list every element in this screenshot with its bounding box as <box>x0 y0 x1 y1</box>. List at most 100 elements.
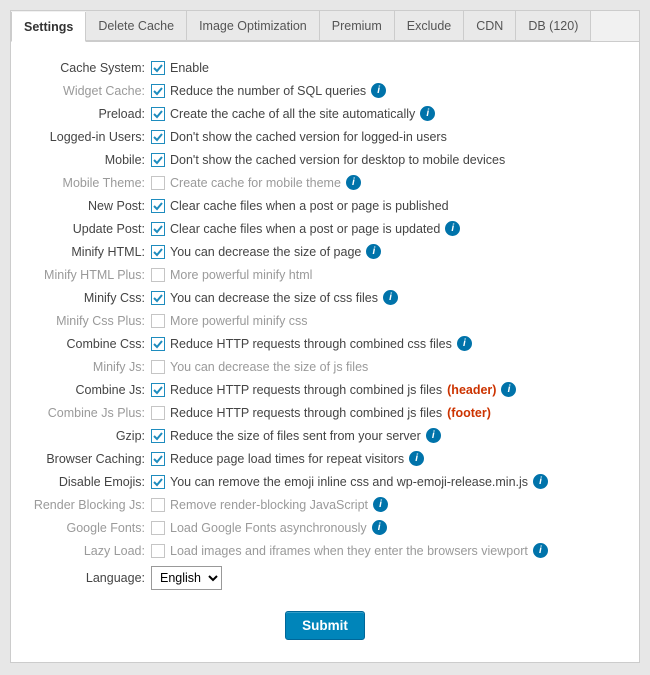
label-cache-system: Cache System: <box>31 59 151 77</box>
info-icon[interactable]: i <box>373 497 388 512</box>
label-minify-html: Minify HTML: <box>31 243 151 261</box>
info-icon[interactable]: i <box>457 336 472 351</box>
row-cache-system: Cache System: Enable <box>31 56 619 79</box>
info-icon[interactable]: i <box>409 451 424 466</box>
label-minify-js: Minify Js: <box>31 358 151 376</box>
tab-image-optimization[interactable]: Image Optimization <box>187 11 320 41</box>
info-icon[interactable]: i <box>366 244 381 259</box>
checkbox-widget-cache[interactable] <box>151 84 165 98</box>
label-combine-js-plus: Combine Js Plus: <box>31 404 151 422</box>
info-icon[interactable]: i <box>501 382 516 397</box>
label-update-post: Update Post: <box>31 220 151 238</box>
text-minify-css-plus: More powerful minify css <box>170 312 308 330</box>
checkbox-combine-js[interactable] <box>151 383 165 397</box>
label-lazy-load: Lazy Load: <box>31 542 151 560</box>
checkbox-google-fonts[interactable] <box>151 521 165 535</box>
checkbox-minify-js[interactable] <box>151 360 165 374</box>
label-browser-caching: Browser Caching: <box>31 450 151 468</box>
checkbox-gzip[interactable] <box>151 429 165 443</box>
label-mobile-theme: Mobile Theme: <box>31 174 151 192</box>
text-preload: Create the cache of all the site automat… <box>170 105 415 123</box>
suffix-combine-js: (header) <box>447 381 496 399</box>
checkbox-minify-css-plus[interactable] <box>151 314 165 328</box>
row-combine-css: Combine Css: Reduce HTTP requests throug… <box>31 332 619 355</box>
checkbox-browser-caching[interactable] <box>151 452 165 466</box>
info-icon[interactable]: i <box>533 543 548 558</box>
text-minify-css: You can decrease the size of css files <box>170 289 378 307</box>
info-icon[interactable]: i <box>426 428 441 443</box>
label-combine-js: Combine Js: <box>31 381 151 399</box>
row-minify-js: Minify Js: You can decrease the size of … <box>31 355 619 378</box>
row-disable-emojis: Disable Emojis: You can remove the emoji… <box>31 470 619 493</box>
text-render-blocking-js: Remove render-blocking JavaScript <box>170 496 368 514</box>
row-logged-in-users: Logged-in Users: Don't show the cached v… <box>31 125 619 148</box>
text-combine-css: Reduce HTTP requests through combined cs… <box>170 335 452 353</box>
checkbox-preload[interactable] <box>151 107 165 121</box>
text-mobile: Don't show the cached version for deskto… <box>170 151 505 169</box>
info-icon[interactable]: i <box>420 106 435 121</box>
row-minify-html-plus: Minify HTML Plus: More powerful minify h… <box>31 263 619 286</box>
row-mobile: Mobile: Don't show the cached version fo… <box>31 148 619 171</box>
row-lazy-load: Lazy Load: Load images and iframes when … <box>31 539 619 562</box>
language-select[interactable]: English <box>151 566 222 590</box>
checkbox-minify-css[interactable] <box>151 291 165 305</box>
text-browser-caching: Reduce page load times for repeat visito… <box>170 450 404 468</box>
text-lazy-load: Load images and iframes when they enter … <box>170 542 528 560</box>
tab-premium[interactable]: Premium <box>320 11 395 41</box>
row-browser-caching: Browser Caching: Reduce page load times … <box>31 447 619 470</box>
label-preload: Preload: <box>31 105 151 123</box>
text-google-fonts: Load Google Fonts asynchronously <box>170 519 367 537</box>
row-gzip: Gzip: Reduce the size of files sent from… <box>31 424 619 447</box>
info-icon[interactable]: i <box>371 83 386 98</box>
row-minify-css-plus: Minify Css Plus: More powerful minify cs… <box>31 309 619 332</box>
text-disable-emojis: You can remove the emoji inline css and … <box>170 473 528 491</box>
text-combine-js-plus: Reduce HTTP requests through combined js… <box>170 404 442 422</box>
label-minify-css-plus: Minify Css Plus: <box>31 312 151 330</box>
checkbox-render-blocking-js[interactable] <box>151 498 165 512</box>
checkbox-update-post[interactable] <box>151 222 165 236</box>
checkbox-logged-in-users[interactable] <box>151 130 165 144</box>
tab-db[interactable]: DB (120) <box>516 11 591 41</box>
label-mobile: Mobile: <box>31 151 151 169</box>
text-update-post: Clear cache files when a post or page is… <box>170 220 440 238</box>
checkbox-new-post[interactable] <box>151 199 165 213</box>
checkbox-lazy-load[interactable] <box>151 544 165 558</box>
checkbox-minify-html-plus[interactable] <box>151 268 165 282</box>
checkbox-minify-html[interactable] <box>151 245 165 259</box>
row-combine-js-plus: Combine Js Plus: Reduce HTTP requests th… <box>31 401 619 424</box>
label-minify-html-plus: Minify HTML Plus: <box>31 266 151 284</box>
tab-delete-cache[interactable]: Delete Cache <box>86 11 187 41</box>
checkbox-combine-js-plus[interactable] <box>151 406 165 420</box>
info-icon[interactable]: i <box>533 474 548 489</box>
label-google-fonts: Google Fonts: <box>31 519 151 537</box>
row-preload: Preload: Create the cache of all the sit… <box>31 102 619 125</box>
checkbox-mobile-theme[interactable] <box>151 176 165 190</box>
row-new-post: New Post: Clear cache files when a post … <box>31 194 619 217</box>
info-icon[interactable]: i <box>383 290 398 305</box>
tab-settings[interactable]: Settings <box>11 12 86 42</box>
checkbox-cache-system[interactable] <box>151 61 165 75</box>
label-gzip: Gzip: <box>31 427 151 445</box>
text-gzip: Reduce the size of files sent from your … <box>170 427 421 445</box>
tab-cdn[interactable]: CDN <box>464 11 516 41</box>
checkbox-disable-emojis[interactable] <box>151 475 165 489</box>
submit-button[interactable]: Submit <box>285 611 365 640</box>
tab-bar: Settings Delete Cache Image Optimization… <box>11 11 639 42</box>
text-widget-cache: Reduce the number of SQL queries <box>170 82 366 100</box>
label-render-blocking-js: Render Blocking Js: <box>31 496 151 514</box>
tab-exclude[interactable]: Exclude <box>395 11 464 41</box>
label-combine-css: Combine Css: <box>31 335 151 353</box>
info-icon[interactable]: i <box>445 221 460 236</box>
text-logged-in-users: Don't show the cached version for logged… <box>170 128 447 146</box>
info-icon[interactable]: i <box>372 520 387 535</box>
row-language: Language: English <box>31 562 619 593</box>
checkbox-mobile[interactable] <box>151 153 165 167</box>
label-language: Language: <box>31 569 151 587</box>
info-icon[interactable]: i <box>346 175 361 190</box>
settings-form: Cache System: Enable Widget Cache: Reduc… <box>11 42 639 662</box>
suffix-combine-js-plus: (footer) <box>447 404 491 422</box>
checkbox-combine-css[interactable] <box>151 337 165 351</box>
text-cache-system: Enable <box>170 59 209 77</box>
row-widget-cache: Widget Cache: Reduce the number of SQL q… <box>31 79 619 102</box>
label-logged-in-users: Logged-in Users: <box>31 128 151 146</box>
